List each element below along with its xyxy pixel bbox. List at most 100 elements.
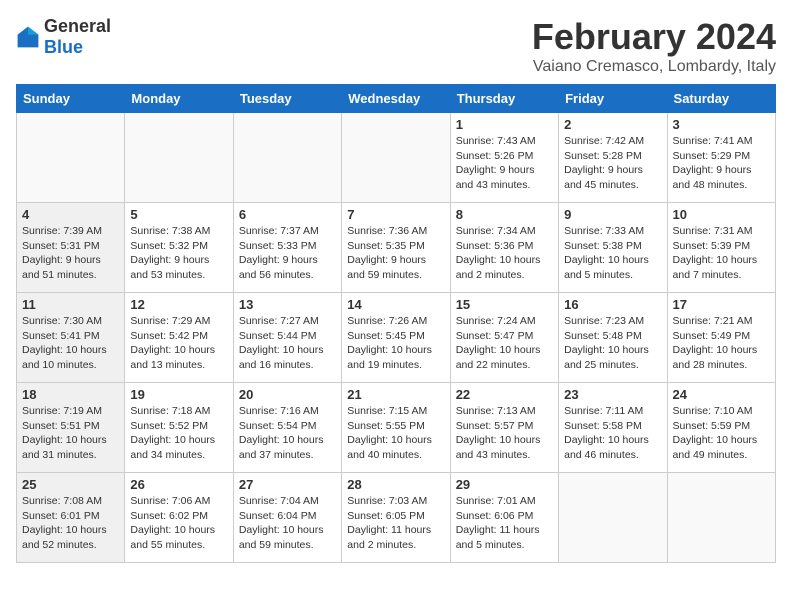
weekday-header-tuesday: Tuesday: [233, 85, 341, 113]
calendar-cell: [342, 113, 450, 203]
cell-day-number: 17: [673, 297, 770, 312]
calendar-cell: 4 Sunrise: 7:39 AM Sunset: 5:31 PM Daylig…: [17, 203, 125, 293]
calendar-cell: 3 Sunrise: 7:41 AM Sunset: 5:29 PM Daylig…: [667, 113, 775, 203]
cell-day-number: 4: [22, 207, 119, 222]
cell-info: Sunrise: 7:36 AM Sunset: 5:35 PM Dayligh…: [347, 224, 444, 283]
calendar-week-row: 25Sunrise: 7:08 AM Sunset: 6:01 PM Dayli…: [17, 473, 776, 563]
weekday-header-friday: Friday: [559, 85, 667, 113]
cell-day-number: 24: [673, 387, 770, 402]
cell-info: Sunrise: 7:21 AM Sunset: 5:49 PM Dayligh…: [673, 314, 770, 373]
cell-day-number: 25: [22, 477, 119, 492]
calendar-cell: [667, 473, 775, 563]
calendar-cell: 8 Sunrise: 7:34 AM Sunset: 5:36 PM Daylig…: [450, 203, 558, 293]
calendar-cell: 5Sunrise: 7:38 AM Sunset: 5:32 PM Daylig…: [125, 203, 233, 293]
calendar-week-row: 18 Sunrise: 7:19 AM Sunset: 5:51 PM Dayli…: [17, 383, 776, 473]
calendar-cell: 24 Sunrise: 7:10 AM Sunset: 5:59 PM Dayli…: [667, 383, 775, 473]
cell-info: Sunrise: 7:13 AM Sunset: 5:57 PM Dayligh…: [456, 404, 553, 463]
calendar-cell: 13 Sunrise: 7:27 AM Sunset: 5:44 PM Dayli…: [233, 293, 341, 383]
calendar-week-row: 11 Sunrise: 7:30 AM Sunset: 5:41 PM Dayli…: [17, 293, 776, 383]
weekday-header-monday: Monday: [125, 85, 233, 113]
calendar-cell: 12 Sunrise: 7:29 AM Sunset: 5:42 PM Dayli…: [125, 293, 233, 383]
calendar-cell: 9 Sunrise: 7:33 AM Sunset: 5:38 PM Daylig…: [559, 203, 667, 293]
calendar-cell: 6 Sunrise: 7:37 AM Sunset: 5:33 PM Daylig…: [233, 203, 341, 293]
cell-info: Sunrise: 7:30 AM Sunset: 5:41 PM Dayligh…: [22, 314, 119, 373]
cell-info: Sunrise: 7:16 AM Sunset: 5:54 PM Dayligh…: [239, 404, 336, 463]
calendar-cell: 2Sunrise: 7:42 AM Sunset: 5:28 PM Daylig…: [559, 113, 667, 203]
cell-info: Sunrise: 7:23 AM Sunset: 5:48 PM Dayligh…: [564, 314, 661, 373]
cell-info: Sunrise: 7:03 AM Sunset: 6:05 PM Dayligh…: [347, 494, 444, 553]
calendar-cell: 29 Sunrise: 7:01 AM Sunset: 6:06 PM Dayli…: [450, 473, 558, 563]
cell-info: Sunrise: 7:37 AM Sunset: 5:33 PM Dayligh…: [239, 224, 336, 283]
calendar-cell: 22 Sunrise: 7:13 AM Sunset: 5:57 PM Dayli…: [450, 383, 558, 473]
calendar-week-row: 4 Sunrise: 7:39 AM Sunset: 5:31 PM Daylig…: [17, 203, 776, 293]
cell-day-number: 23: [564, 387, 661, 402]
cell-day-number: 10: [673, 207, 770, 222]
cell-day-number: 20: [239, 387, 336, 402]
weekday-header-row: SundayMondayTuesdayWednesdayThursdayFrid…: [17, 85, 776, 113]
cell-info: Sunrise: 7:04 AM Sunset: 6:04 PM Dayligh…: [239, 494, 336, 553]
calendar-cell: 19Sunrise: 7:18 AM Sunset: 5:52 PM Dayli…: [125, 383, 233, 473]
cell-day-number: 18: [22, 387, 119, 402]
calendar-cell: 28Sunrise: 7:03 AM Sunset: 6:05 PM Dayli…: [342, 473, 450, 563]
calendar-cell: 1 Sunrise: 7:43 AM Sunset: 5:26 PM Daylig…: [450, 113, 558, 203]
cell-day-number: 26: [130, 477, 227, 492]
calendar-cell: 17 Sunrise: 7:21 AM Sunset: 5:49 PM Dayli…: [667, 293, 775, 383]
subtitle: Vaiano Cremasco, Lombardy, Italy: [532, 58, 776, 76]
cell-info: Sunrise: 7:39 AM Sunset: 5:31 PM Dayligh…: [22, 224, 119, 283]
cell-day-number: 22: [456, 387, 553, 402]
cell-day-number: 9: [564, 207, 661, 222]
cell-info: Sunrise: 7:10 AM Sunset: 5:59 PM Dayligh…: [673, 404, 770, 463]
cell-day-number: 14: [347, 297, 444, 312]
cell-info: Sunrise: 7:41 AM Sunset: 5:29 PM Dayligh…: [673, 134, 770, 193]
calendar-table: SundayMondayTuesdayWednesdayThursdayFrid…: [16, 84, 776, 563]
cell-day-number: 11: [22, 297, 119, 312]
calendar-cell: [559, 473, 667, 563]
calendar-cell: 10 Sunrise: 7:31 AM Sunset: 5:39 PM Dayli…: [667, 203, 775, 293]
cell-day-number: 8: [456, 207, 553, 222]
cell-day-number: 29: [456, 477, 553, 492]
calendar-cell: 20 Sunrise: 7:16 AM Sunset: 5:54 PM Dayli…: [233, 383, 341, 473]
calendar-body: 1 Sunrise: 7:43 AM Sunset: 5:26 PM Daylig…: [17, 113, 776, 563]
logo-text: General Blue: [44, 16, 111, 58]
calendar-cell: 18 Sunrise: 7:19 AM Sunset: 5:51 PM Dayli…: [17, 383, 125, 473]
cell-day-number: 2: [564, 117, 661, 132]
cell-info: Sunrise: 7:33 AM Sunset: 5:38 PM Dayligh…: [564, 224, 661, 283]
cell-info: Sunrise: 7:11 AM Sunset: 5:58 PM Dayligh…: [564, 404, 661, 463]
calendar-cell: 7 Sunrise: 7:36 AM Sunset: 5:35 PM Daylig…: [342, 203, 450, 293]
cell-day-number: 1: [456, 117, 553, 132]
cell-day-number: 3: [673, 117, 770, 132]
page-header: General Blue February 2024 Vaiano Cremas…: [16, 16, 776, 76]
cell-day-number: 19: [130, 387, 227, 402]
logo-icon: [16, 25, 40, 49]
calendar-cell: [17, 113, 125, 203]
cell-day-number: 12: [130, 297, 227, 312]
weekday-header-sunday: Sunday: [17, 85, 125, 113]
cell-day-number: 13: [239, 297, 336, 312]
title-section: February 2024 Vaiano Cremasco, Lombardy,…: [532, 16, 776, 76]
cell-info: Sunrise: 7:34 AM Sunset: 5:36 PM Dayligh…: [456, 224, 553, 283]
calendar-cell: [233, 113, 341, 203]
cell-day-number: 16: [564, 297, 661, 312]
weekday-header-wednesday: Wednesday: [342, 85, 450, 113]
cell-info: Sunrise: 7:01 AM Sunset: 6:06 PM Dayligh…: [456, 494, 553, 553]
calendar-cell: 26Sunrise: 7:06 AM Sunset: 6:02 PM Dayli…: [125, 473, 233, 563]
cell-info: Sunrise: 7:24 AM Sunset: 5:47 PM Dayligh…: [456, 314, 553, 373]
weekday-header-thursday: Thursday: [450, 85, 558, 113]
logo-blue: Blue: [44, 37, 83, 57]
cell-info: Sunrise: 7:31 AM Sunset: 5:39 PM Dayligh…: [673, 224, 770, 283]
cell-info: Sunrise: 7:43 AM Sunset: 5:26 PM Dayligh…: [456, 134, 553, 193]
calendar-cell: 27Sunrise: 7:04 AM Sunset: 6:04 PM Dayli…: [233, 473, 341, 563]
cell-day-number: 7: [347, 207, 444, 222]
logo: General Blue: [16, 16, 111, 58]
cell-info: Sunrise: 7:15 AM Sunset: 5:55 PM Dayligh…: [347, 404, 444, 463]
calendar-cell: 15 Sunrise: 7:24 AM Sunset: 5:47 PM Dayli…: [450, 293, 558, 383]
calendar-cell: 23 Sunrise: 7:11 AM Sunset: 5:58 PM Dayli…: [559, 383, 667, 473]
cell-day-number: 6: [239, 207, 336, 222]
cell-day-number: 15: [456, 297, 553, 312]
weekday-header-saturday: Saturday: [667, 85, 775, 113]
cell-day-number: 21: [347, 387, 444, 402]
cell-info: Sunrise: 7:27 AM Sunset: 5:44 PM Dayligh…: [239, 314, 336, 373]
cell-info: Sunrise: 7:29 AM Sunset: 5:42 PM Dayligh…: [130, 314, 227, 373]
cell-info: Sunrise: 7:19 AM Sunset: 5:51 PM Dayligh…: [22, 404, 119, 463]
logo-general: General: [44, 16, 111, 36]
